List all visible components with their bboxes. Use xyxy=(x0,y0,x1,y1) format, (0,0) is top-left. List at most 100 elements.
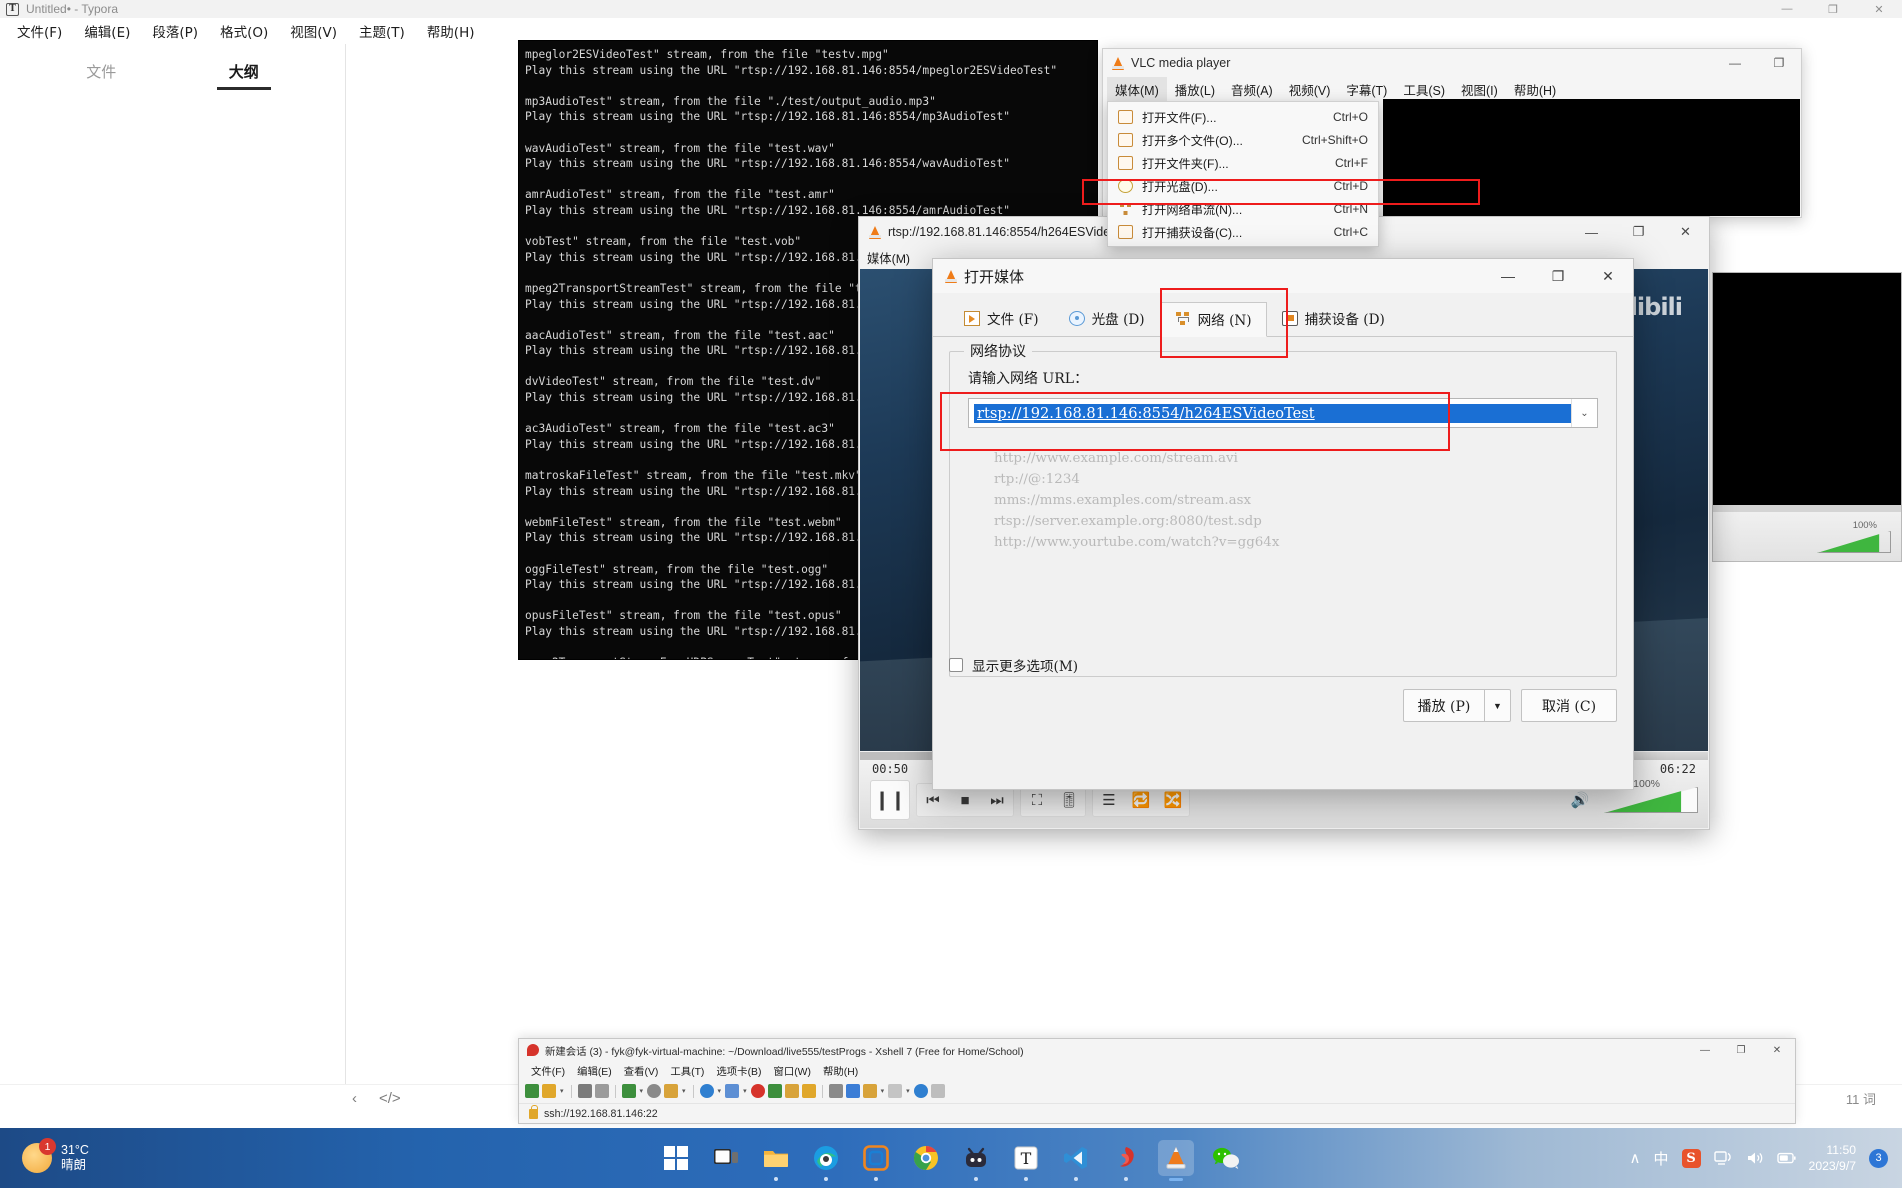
vmware-icon[interactable] xyxy=(858,1140,894,1181)
start-button[interactable] xyxy=(658,1140,694,1176)
connect-icon[interactable] xyxy=(577,1084,592,1098)
misc-icon[interactable] xyxy=(930,1084,945,1098)
cancel-button[interactable]: 取消 (C) xyxy=(1521,689,1617,722)
dialog-minimize-button[interactable]: — xyxy=(1483,259,1533,293)
typora-maximize-button[interactable]: ❐ xyxy=(1810,0,1856,18)
menu-item-open-folder[interactable]: 打开文件夹(F)... Ctrl+F xyxy=(1108,151,1378,174)
vlc-secondary-seekbar[interactable] xyxy=(1713,505,1901,512)
session-manager-icon[interactable] xyxy=(621,1084,636,1098)
dialog-close-button[interactable]: ✕ xyxy=(1583,259,1633,293)
sogou-input-icon[interactable]: S xyxy=(1681,1148,1701,1168)
chevron-down-icon[interactable]: ▾ xyxy=(743,1087,747,1095)
rabbit-icon[interactable] xyxy=(958,1140,994,1181)
dialog-maximize-button[interactable]: ❐ xyxy=(1533,259,1583,293)
typora-close-button[interactable]: ✕ xyxy=(1856,0,1902,18)
xshell-menu-tabs[interactable]: 选项卡(B) xyxy=(710,1063,767,1078)
tab-capture-device[interactable]: 捕获设备 (D) xyxy=(1267,301,1400,336)
file-explorer-icon[interactable] xyxy=(758,1140,794,1181)
chevron-down-icon[interactable]: ▾ xyxy=(881,1087,885,1095)
vlc-player-menu-media[interactable]: 媒体(M) xyxy=(867,249,910,267)
typora-menu-help[interactable]: 帮助(H) xyxy=(416,18,486,44)
xshell-menu-edit[interactable]: 编辑(E) xyxy=(571,1063,618,1078)
tab-file[interactable]: 文件 (F) xyxy=(949,301,1054,336)
taskbar-clock[interactable]: 11:50 2023/9/7 xyxy=(1809,1142,1856,1174)
vlc-menu-minimize-button[interactable]: — xyxy=(1713,49,1757,77)
open-session-icon[interactable] xyxy=(542,1084,556,1098)
taskview-button[interactable] xyxy=(708,1140,744,1176)
battery-icon[interactable] xyxy=(1776,1150,1796,1166)
chevron-down-icon[interactable]: ⌄ xyxy=(1571,399,1597,427)
show-hidden-icons-chevron-icon[interactable]: ∧ xyxy=(1630,1149,1641,1167)
globe-icon[interactable] xyxy=(699,1084,714,1098)
notification-center-button[interactable]: 3 xyxy=(1869,1148,1888,1168)
menu-item-open-file[interactable]: 打开文件(F)... Ctrl+O xyxy=(1108,105,1378,128)
network-url-input[interactable]: rtsp://192.168.81.146:8554/h264ESVideoTe… xyxy=(974,403,1571,423)
typora-menu-view[interactable]: 视图(V) xyxy=(279,18,348,44)
tab-network[interactable]: 网络 (N) xyxy=(1159,302,1267,337)
typora-menu-theme[interactable]: 主题(T) xyxy=(348,18,416,44)
network-icon[interactable] xyxy=(1713,1150,1733,1167)
typora-minimize-button[interactable]: — xyxy=(1764,0,1810,18)
typora-menu-paragraph[interactable]: 段落(P) xyxy=(141,18,209,44)
xshell-menu-file[interactable]: 文件(F) xyxy=(525,1063,571,1078)
vlc-secondary-volume-slider[interactable] xyxy=(1817,531,1891,553)
typora-icon[interactable]: T xyxy=(1008,1140,1044,1181)
xshell-maximize-button[interactable]: ❐ xyxy=(1723,1039,1759,1061)
menu-item-open-capture-device[interactable]: 打开捕获设备(C)... Ctrl+C xyxy=(1108,220,1378,243)
vlc-menu-tools[interactable]: 工具(S) xyxy=(1395,77,1453,102)
xshell-menu-tools[interactable]: 工具(T) xyxy=(664,1063,710,1078)
vlc-menu-media[interactable]: 媒体(M) xyxy=(1107,76,1167,102)
log-icon[interactable] xyxy=(767,1084,782,1098)
vlc-player-minimize-button[interactable]: — xyxy=(1568,217,1615,247)
volume-icon[interactable] xyxy=(1746,1150,1764,1166)
typora-menu-format[interactable]: 格式(O) xyxy=(209,18,279,44)
wechat-icon[interactable] xyxy=(1208,1140,1244,1176)
trash-icon[interactable] xyxy=(828,1084,843,1098)
show-more-options-row[interactable]: 显示更多选项(M) xyxy=(949,649,1617,675)
ime-indicator[interactable]: 中 xyxy=(1654,1148,1669,1169)
new-session-icon[interactable] xyxy=(525,1084,539,1098)
lock-icon[interactable] xyxy=(801,1084,816,1098)
blank-icon[interactable] xyxy=(888,1084,903,1098)
play-dropdown-caret-icon[interactable]: ▼ xyxy=(1485,689,1511,722)
back-arrow-icon[interactable]: ‹ xyxy=(352,1090,357,1107)
vlc-menu-audio[interactable]: 音频(A) xyxy=(1223,77,1281,102)
edit-icon[interactable] xyxy=(845,1084,860,1098)
edge-icon[interactable] xyxy=(808,1140,844,1181)
vlc-icon[interactable] xyxy=(1158,1140,1194,1181)
tab-disc[interactable]: 光盘 (D) xyxy=(1054,301,1160,336)
play-pause-button[interactable]: ❙❙ xyxy=(870,780,910,820)
xshell-minimize-button[interactable]: — xyxy=(1687,1039,1723,1061)
vlc-menu-playback[interactable]: 播放(L) xyxy=(1167,77,1223,102)
chevron-down-icon[interactable]: ▾ xyxy=(640,1087,644,1095)
vlc-menu-subtitle[interactable]: 字幕(T) xyxy=(1338,77,1395,102)
volume-slider[interactable] xyxy=(1604,787,1698,813)
vlc-menu-help[interactable]: 帮助(H) xyxy=(1506,77,1564,102)
show-more-options-checkbox[interactable] xyxy=(949,658,963,672)
help-icon[interactable] xyxy=(913,1084,928,1098)
highlight-icon[interactable] xyxy=(725,1084,740,1098)
vlc-menu-video[interactable]: 视频(V) xyxy=(1281,77,1339,102)
source-code-icon[interactable]: </> xyxy=(379,1090,401,1107)
vscode-icon[interactable] xyxy=(1058,1140,1094,1181)
sidebar-tab-files[interactable]: 文件 xyxy=(86,61,116,90)
tile-icon[interactable] xyxy=(784,1084,799,1098)
vlc-menu-maximize-button[interactable]: ❐ xyxy=(1757,49,1801,77)
vlc-menu-view[interactable]: 视图(I) xyxy=(1453,77,1506,102)
disconnect-icon[interactable] xyxy=(594,1084,609,1098)
properties-icon[interactable] xyxy=(862,1084,877,1098)
menu-item-open-disc[interactable]: 打开光盘(D)... Ctrl+D xyxy=(1108,174,1378,197)
vlc-player-maximize-button[interactable]: ❐ xyxy=(1615,217,1662,247)
menu-item-open-multiple-files[interactable]: 打开多个文件(O)... Ctrl+Shift+O xyxy=(1108,128,1378,151)
network-url-combobox[interactable]: rtsp://192.168.81.146:8554/h264ESVideoTe… xyxy=(968,398,1598,428)
menu-item-open-network-stream[interactable]: 打开网络串流(N)... Ctrl+N xyxy=(1108,197,1378,220)
xshell-icon[interactable] xyxy=(1108,1140,1144,1181)
xshell-menu-window[interactable]: 窗口(W) xyxy=(767,1063,817,1078)
chevron-down-icon[interactable]: ▾ xyxy=(718,1087,722,1095)
vlc-player-close-button[interactable]: ✕ xyxy=(1662,217,1709,247)
typora-menu-file[interactable]: 文件(F) xyxy=(6,18,73,44)
chrome-icon[interactable] xyxy=(908,1140,944,1176)
xshell-close-button[interactable]: ✕ xyxy=(1759,1039,1795,1061)
chevron-down-icon[interactable]: ▾ xyxy=(906,1087,910,1095)
xshell-menu-view[interactable]: 查看(V) xyxy=(618,1063,665,1078)
